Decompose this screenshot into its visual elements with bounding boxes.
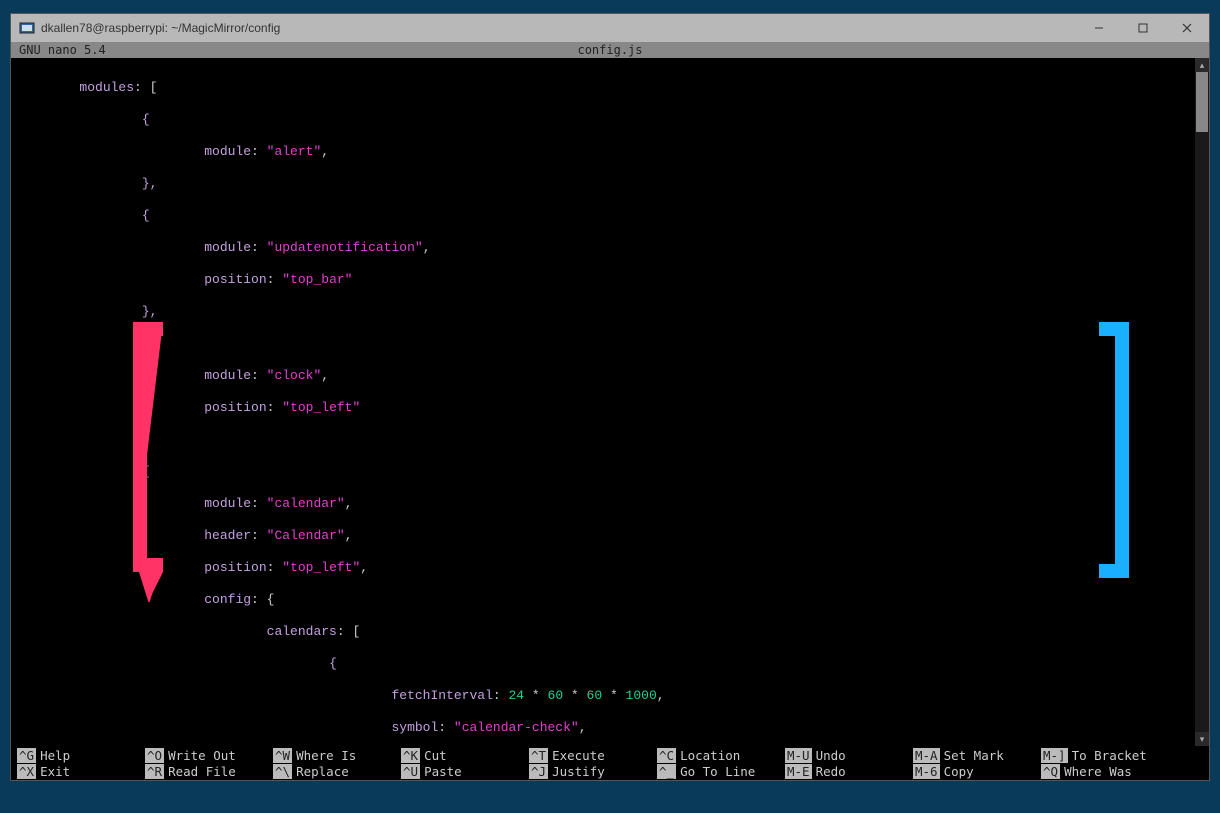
shortcut-key: ^O [145, 748, 164, 763]
shortcut-label: Copy [944, 764, 974, 779]
terminal-window: dkallen78@raspberrypi: ~/MagicMirror/con… [10, 13, 1210, 781]
shortcut-item: M-] To Bracket [1041, 748, 1169, 763]
shortcut-key: M-E [785, 764, 812, 779]
shortcut-item: ^U Paste [401, 764, 529, 779]
shortcut-item: M-U Undo [785, 748, 913, 763]
shortcut-label: Write Out [168, 748, 236, 763]
nano-footer: ^G Help ^O Write Out ^W Where Is ^K Cut ^T Execut… [11, 746, 1209, 780]
shortcut-key: ^Q [1041, 764, 1060, 779]
shortcut-label: Execute [552, 748, 605, 763]
shortcut-label: Where Is [296, 748, 356, 763]
shortcut-item: ^J Justify [529, 764, 657, 779]
close-button[interactable] [1165, 14, 1209, 42]
shortcut-key: ^J [529, 764, 548, 779]
shortcut-label: Help [40, 748, 70, 763]
shortcut-label: Redo [816, 764, 846, 779]
footer-row-1: ^G Help ^O Write Out ^W Where Is ^K Cut ^T Execut… [17, 748, 1195, 763]
shortcut-key: ^\ [273, 764, 292, 779]
shortcut-label: Exit [40, 764, 70, 779]
shortcut-item: ^C Location [657, 748, 785, 763]
putty-icon [19, 20, 35, 36]
maximize-button[interactable] [1121, 14, 1165, 42]
shortcut-label: Where Was [1064, 764, 1132, 779]
shortcut-item: ^_ Go To Line [657, 764, 785, 779]
shortcut-item: ^Q Where Was [1041, 764, 1169, 779]
shortcut-item: ^R Read File [145, 764, 273, 779]
shortcut-key: ^R [145, 764, 164, 779]
shortcut-key: M-] [1041, 748, 1068, 763]
scroll-down-icon[interactable]: ▾ [1195, 732, 1209, 746]
window-titlebar[interactable]: dkallen78@raspberrypi: ~/MagicMirror/con… [11, 14, 1209, 42]
shortcut-item: ^T Execute [529, 748, 657, 763]
shortcut-key: ^_ [657, 764, 676, 779]
shortcut-key: M-A [913, 748, 940, 763]
shortcut-label: Replace [296, 764, 349, 779]
shortcut-item: ^K Cut [401, 748, 529, 763]
shortcut-label: Location [680, 748, 740, 763]
scroll-thumb[interactable] [1196, 72, 1208, 132]
shortcut-item: ^X Exit [17, 764, 145, 779]
nano-filename: config.js [577, 43, 642, 57]
shortcut-item: ^O Write Out [145, 748, 273, 763]
shortcut-key: ^W [273, 748, 292, 763]
shortcut-label: Go To Line [680, 764, 755, 779]
shortcut-key: ^G [17, 748, 36, 763]
minimize-button[interactable] [1077, 14, 1121, 42]
shortcut-key: ^U [401, 764, 420, 779]
shortcut-item: M-E Redo [785, 764, 913, 779]
shortcut-label: Justify [552, 764, 605, 779]
shortcut-label: Read File [168, 764, 236, 779]
nano-header: GNU nano 5.4 config.js [11, 42, 1209, 58]
code-token: modules [79, 80, 134, 95]
editor-area[interactable]: modules: [ { module: "alert", }, { modul… [11, 58, 1209, 746]
shortcut-item: ^G Help [17, 748, 145, 763]
shortcut-key: ^T [529, 748, 548, 763]
shortcut-label: Cut [424, 748, 447, 763]
shortcut-item: ^W Where Is [273, 748, 401, 763]
shortcut-item: M-6 Copy [913, 764, 1041, 779]
shortcut-key: M-6 [913, 764, 940, 779]
editor-content[interactable]: modules: [ { module: "alert", }, { modul… [11, 58, 1195, 746]
shortcut-key: ^X [17, 764, 36, 779]
shortcut-label: To Bracket [1072, 748, 1147, 763]
shortcut-key: ^C [657, 748, 676, 763]
shortcut-label: Paste [424, 764, 462, 779]
shortcut-key: M-U [785, 748, 812, 763]
scrollbar[interactable]: ▴ ▾ [1195, 58, 1209, 746]
shortcut-label: Set Mark [944, 748, 1004, 763]
shortcut-key: ^K [401, 748, 420, 763]
nano-version: GNU nano 5.4 [19, 43, 106, 57]
shortcut-item: ^\ Replace [273, 764, 401, 779]
window-title: dkallen78@raspberrypi: ~/MagicMirror/con… [41, 21, 1077, 35]
footer-row-2: ^X Exit ^R Read File ^\ Replace ^U Paste ^J Justi… [17, 764, 1195, 779]
shortcut-label: Undo [816, 748, 846, 763]
scroll-up-icon[interactable]: ▴ [1195, 58, 1209, 72]
shortcut-item: M-A Set Mark [913, 748, 1041, 763]
